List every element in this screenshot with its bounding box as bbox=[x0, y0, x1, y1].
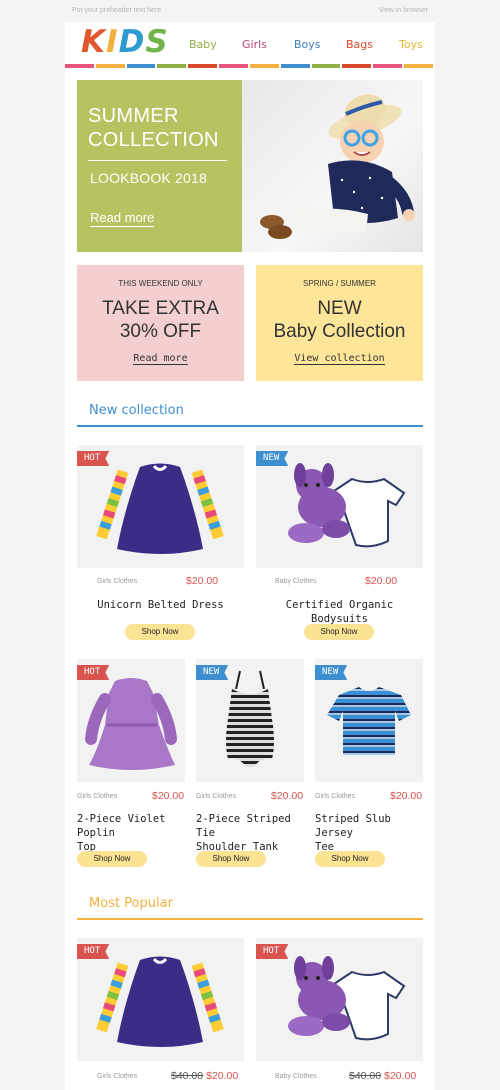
product-category: Girls Clothes bbox=[315, 793, 356, 800]
preheader: Put your preheader text here View in bro… bbox=[0, 0, 500, 22]
product-category: Baby Clothes bbox=[275, 578, 317, 585]
product-price: $20.00 bbox=[271, 790, 304, 802]
hot-badge: HOT bbox=[256, 944, 289, 959]
logo-letter-k: K bbox=[81, 24, 107, 60]
view-in-browser-link[interactable]: View in browser bbox=[379, 7, 428, 14]
product-image-organic-bodysuit[interactable]: NEW bbox=[256, 445, 423, 568]
product-price: $20.00 bbox=[390, 790, 423, 802]
hero-title: SUMMER COLLECTION bbox=[88, 105, 219, 151]
promo-kicker: SPRING / SUMMER bbox=[303, 279, 376, 288]
old-price: $40.00 bbox=[349, 1070, 382, 1082]
product-image-striped-tank[interactable]: NEW bbox=[196, 659, 304, 782]
hero-text-panel: SUMMER COLLECTION LOOKBOOK 2018 Read mor… bbox=[77, 80, 242, 252]
promo-headline: NEW Baby Collection bbox=[273, 298, 406, 342]
product-name[interactable]: 2-Piece Striped Tie Shoulder Tank bbox=[196, 812, 316, 854]
kids-logo[interactable]: KIDS bbox=[81, 26, 169, 58]
new-collection-header: New collection bbox=[77, 399, 423, 427]
preheader-text: Put your preheader text here bbox=[72, 7, 162, 14]
product-category: Girls Clothes bbox=[196, 793, 237, 800]
shop-now-button[interactable]: Shop Now bbox=[125, 624, 195, 640]
hero-subtitle: LOOKBOOK 2018 bbox=[90, 170, 207, 186]
sale-price: $20.00 bbox=[384, 1070, 417, 1082]
section-title: Most Popular bbox=[89, 896, 173, 911]
shop-now-button[interactable]: Shop Now bbox=[304, 624, 374, 640]
logo-letter-d: D bbox=[118, 24, 146, 60]
product-category: Baby Clothes bbox=[275, 1073, 317, 1080]
nav-bags[interactable]: Bags bbox=[346, 38, 373, 51]
logo-letter-s: S bbox=[145, 24, 169, 60]
promo-kicker: THIS WEEKEND ONLY bbox=[118, 279, 203, 288]
sale-price: $20.00 bbox=[206, 1070, 239, 1082]
product-name[interactable]: Unicorn Belted Dress bbox=[77, 598, 244, 612]
new-badge: NEW bbox=[256, 451, 289, 466]
product-price: $40.00 $20.00 bbox=[171, 1070, 238, 1082]
hero-photo-child bbox=[242, 80, 423, 252]
promo-baby-collection[interactable]: SPRING / SUMMER NEW Baby Collection View… bbox=[256, 265, 423, 381]
color-stripe-divider bbox=[65, 64, 435, 68]
promo-headline: TAKE EXTRA 30% OFF bbox=[102, 298, 219, 342]
nav-boys[interactable]: Boys bbox=[294, 38, 321, 51]
most-popular-header: Most Popular bbox=[77, 892, 423, 920]
section-title: New collection bbox=[89, 403, 184, 418]
hot-badge: HOT bbox=[77, 451, 110, 466]
product-price: $20.00 bbox=[152, 790, 185, 802]
new-badge: NEW bbox=[196, 665, 229, 680]
section-underline bbox=[77, 918, 423, 920]
shop-now-button[interactable]: Shop Now bbox=[315, 851, 385, 867]
product-category: Girls Clothes bbox=[77, 793, 118, 800]
product-price: $20.00 bbox=[186, 575, 219, 587]
promo-weekend-sale[interactable]: THIS WEEKEND ONLY TAKE EXTRA 30% OFF Rea… bbox=[77, 265, 244, 381]
nav-toys[interactable]: Toys bbox=[399, 38, 423, 51]
new-badge: NEW bbox=[315, 665, 348, 680]
email-card: KIDS Baby Girls Boys Bags Toys SUMMER CO… bbox=[65, 22, 435, 1090]
nav-girls[interactable]: Girls bbox=[242, 38, 267, 51]
hero-banner[interactable]: SUMMER COLLECTION LOOKBOOK 2018 Read mor… bbox=[77, 80, 423, 252]
product-name[interactable]: 2-Piece Violet Poplin Top bbox=[77, 812, 197, 854]
product-image-popular-dress[interactable]: HOT bbox=[77, 938, 244, 1061]
section-underline bbox=[77, 425, 423, 427]
hero-divider bbox=[88, 160, 227, 161]
old-price: $40.00 bbox=[171, 1070, 204, 1082]
product-category: Girls Clothes bbox=[97, 1073, 138, 1080]
product-price: $40.00 $20.00 bbox=[349, 1070, 416, 1082]
product-name[interactable]: Certified Organic Bodysuits bbox=[256, 598, 423, 626]
shop-now-button[interactable]: Shop Now bbox=[196, 851, 266, 867]
logo-letter-i: I bbox=[106, 24, 119, 60]
hot-badge: HOT bbox=[77, 665, 110, 680]
product-image-violet-poplin-top[interactable]: HOT bbox=[77, 659, 185, 782]
promo-read-more-link[interactable]: Read more bbox=[133, 353, 188, 365]
product-image-unicorn-dress[interactable]: HOT bbox=[77, 445, 244, 568]
shop-now-button[interactable]: Shop Now bbox=[77, 851, 147, 867]
nav-baby[interactable]: Baby bbox=[189, 38, 217, 51]
promo-view-collection-link[interactable]: View collection bbox=[294, 353, 385, 365]
product-image-striped-tee[interactable]: NEW bbox=[315, 659, 423, 782]
product-price: $20.00 bbox=[365, 575, 398, 587]
product-image-popular-bodysuit[interactable]: HOT bbox=[256, 938, 423, 1061]
hero-read-more-link[interactable]: Read more bbox=[90, 210, 155, 227]
product-category: Girls Clothes bbox=[97, 578, 138, 585]
hot-badge: HOT bbox=[77, 944, 110, 959]
product-name[interactable]: Striped Slub Jersey Tee bbox=[315, 812, 433, 854]
